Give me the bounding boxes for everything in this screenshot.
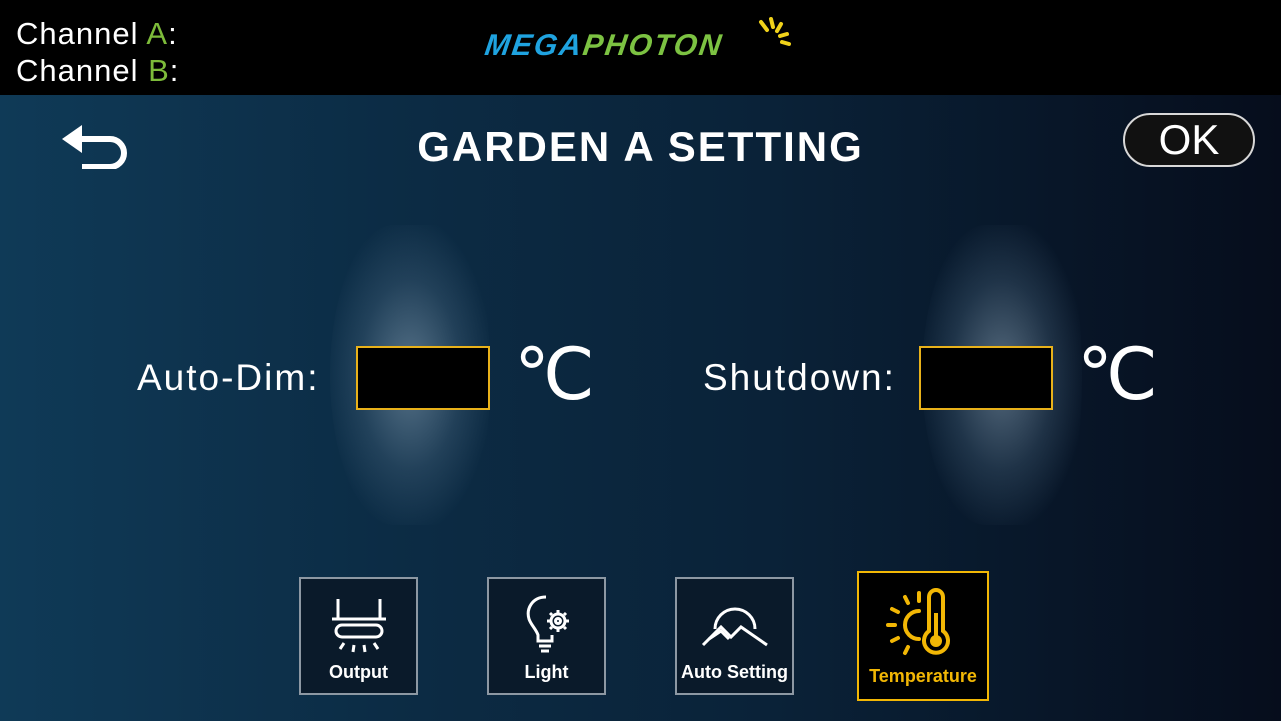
nav-output-button[interactable]: Output [299, 577, 418, 695]
nav-light-label: Light [524, 662, 569, 682]
nav-auto-setting-button[interactable]: Auto Setting [675, 577, 794, 695]
shutdown-input[interactable] [919, 346, 1053, 410]
channel-a-suffix: : [168, 16, 178, 51]
auto-dim-input[interactable] [356, 346, 490, 410]
nav-temperature-label: Temperature [869, 666, 977, 686]
auto-dim-label: Auto-Dim: [137, 357, 320, 398]
shutdown-unit: ℃ [1077, 335, 1158, 415]
megaphoton-logo: MEGAPHOTON [482, 29, 726, 62]
output-lamp-icon [301, 591, 416, 661]
top-status-bar: Channel A: Channel B: MEGAPHOTON [0, 0, 1281, 95]
ok-button[interactable]: OK [1123, 113, 1255, 167]
sunrise-mountain-icon [677, 591, 792, 661]
channel-b-prefix: Channel [16, 53, 149, 88]
auto-dim-unit: ℃ [514, 335, 595, 415]
channel-a-prefix: Channel [16, 16, 147, 51]
channel-a-letter: A [146, 16, 169, 51]
settings-panel: GARDEN A SETTING OK Auto-Dim: ℃ Shutdown… [0, 95, 1281, 721]
nav-output-label: Output [329, 662, 388, 682]
channel-b-letter: B [148, 53, 170, 88]
channel-b-status: Channel B: [16, 55, 179, 86]
sun-thermometer-icon [859, 585, 987, 655]
page-title: GARDEN A SETTING [417, 123, 864, 170]
logo-sun-rays-icon [759, 17, 791, 46]
shutdown-label: Shutdown: [703, 357, 896, 398]
nav-temperature-button[interactable]: Temperature [857, 571, 989, 701]
nav-light-button[interactable]: Light [487, 577, 606, 695]
channel-b-suffix: : [169, 53, 180, 88]
channel-a-status: Channel A: [16, 18, 178, 49]
lightbulb-gear-icon [489, 591, 604, 661]
nav-auto-setting-label: Auto Setting [681, 662, 788, 682]
